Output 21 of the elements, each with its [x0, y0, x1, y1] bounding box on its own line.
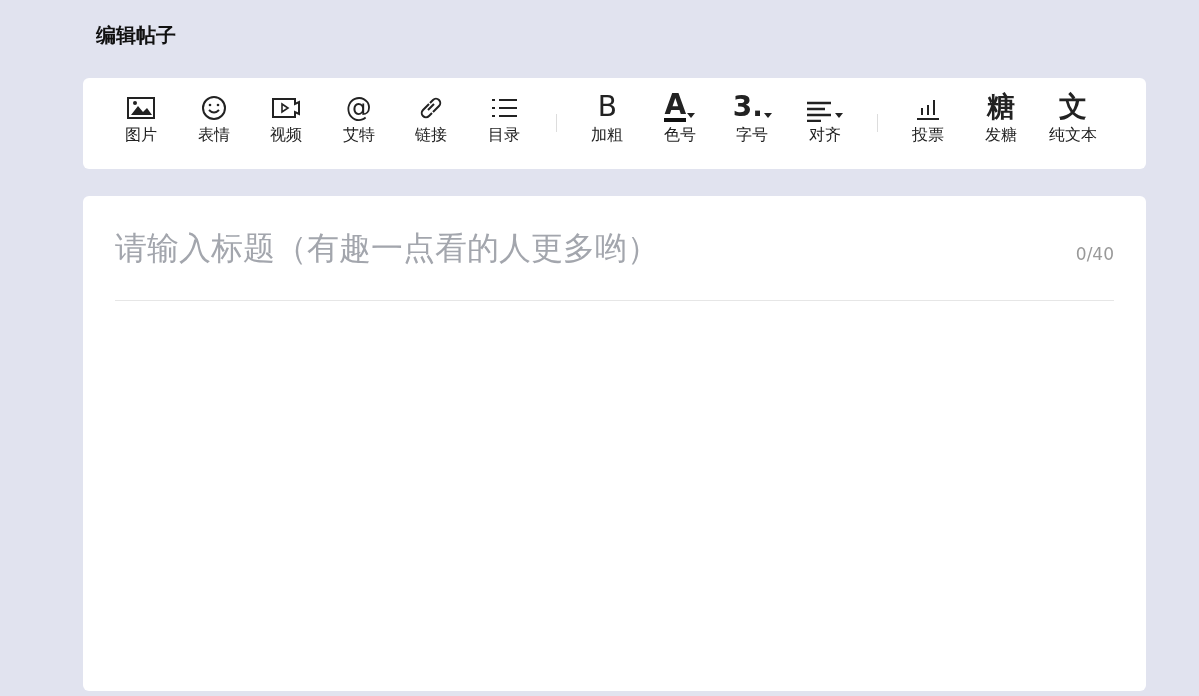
toolbar-button[interactable]: 文 纯文本 [1037, 92, 1110, 169]
toolbar-button[interactable]: 投票 [892, 92, 965, 169]
toolbar-button[interactable]: 糖 发糖 [964, 92, 1037, 169]
toolbar-button[interactable]: 视频 [250, 92, 323, 169]
page-title: 编辑帖子 [95, 22, 177, 49]
toolbar-button[interactable]: 链接 [395, 92, 468, 169]
font-size-icon: 3. [732, 92, 763, 122]
at-sign-icon: @ [345, 92, 372, 122]
toolbar-button[interactable]: @ 艾特 [322, 92, 395, 169]
bold-icon: B [597, 92, 617, 122]
toolbar-button[interactable]: B 加粗 [571, 92, 644, 169]
toolbar-button[interactable]: 对齐 [788, 92, 861, 169]
toolbar-button[interactable]: 3. 字号 [716, 92, 789, 169]
toolbar-button[interactable]: 表情 [177, 92, 250, 169]
toolbar-button[interactable]: 目录 [467, 92, 540, 169]
character-counter: 0/40 [1075, 243, 1114, 267]
toolbar-button[interactable]: A 色号 [643, 92, 716, 169]
text-glyph-icon: 文 [1059, 92, 1088, 122]
toolbar-button[interactable]: 图片 [105, 92, 178, 169]
candy-glyph-icon: 糖 [986, 92, 1015, 122]
image-icon [126, 94, 157, 122]
